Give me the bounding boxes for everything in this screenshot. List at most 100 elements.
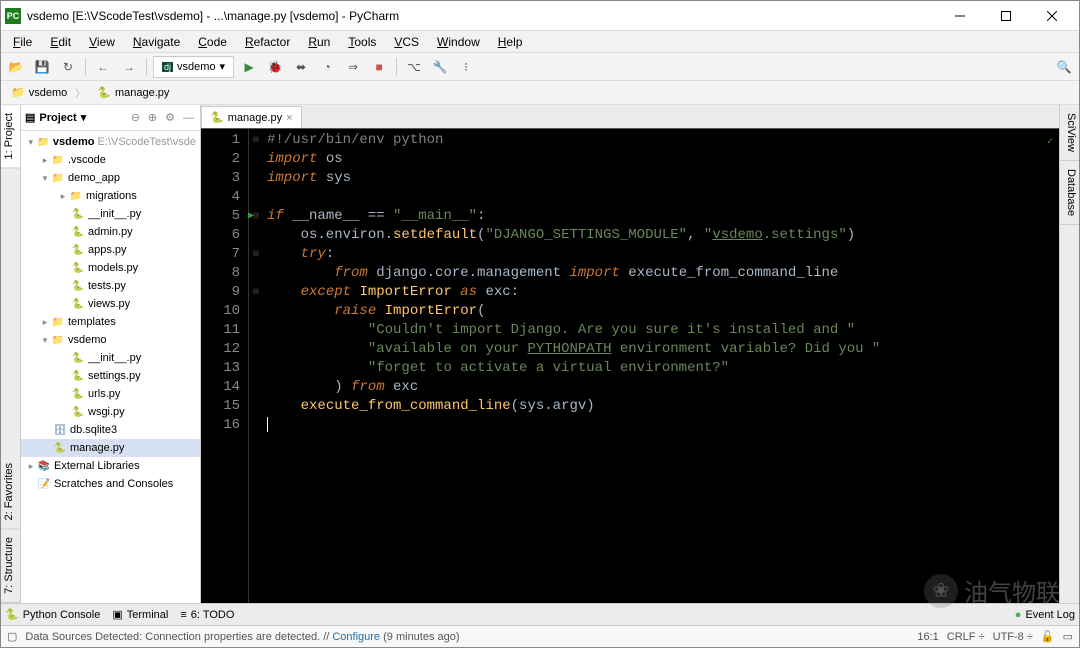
main-toolbar: 📂 💾 ↻ ← → dj vsdemo ▾ ▶ 🐞 ⬌ ◔ ⇒ ■ ⌥ 🔧 ⁝ … [1, 53, 1079, 81]
structure-tool-tab[interactable]: 7: Structure [1, 529, 20, 603]
tree-root[interactable]: ▾📁vsdemo E:\VScodeTest\vsde [21, 133, 200, 151]
menu-navigate[interactable]: Navigate [125, 33, 188, 51]
close-button[interactable] [1029, 1, 1075, 31]
tree-external-libs[interactable]: ▸📚External Libraries [21, 457, 200, 475]
chevron-down-icon[interactable]: ▾ [81, 111, 87, 124]
menu-view[interactable]: View [81, 33, 123, 51]
pane-title: Project [39, 112, 76, 124]
editor-tab[interactable]: 🐍 manage.py × [201, 106, 302, 128]
folder-icon: 📁 [51, 153, 65, 167]
tree-path: E:\VScodeTest\vsde [98, 136, 196, 148]
hide-pane-button[interactable]: — [181, 112, 196, 124]
tree-file[interactable]: 🐍views.py [21, 295, 200, 313]
more-button[interactable]: ⁝ [455, 56, 477, 78]
tree-label: tests.py [88, 280, 126, 292]
python-icon: 🐍 [71, 405, 85, 419]
toolbar-separator [85, 58, 86, 76]
line-separator[interactable]: CRLF ÷ [947, 631, 985, 643]
tree-file[interactable]: 🐍models.py [21, 259, 200, 277]
menu-file[interactable]: File [5, 33, 40, 51]
tree-file[interactable]: 🗄db.sqlite3 [21, 421, 200, 439]
menu-vcs[interactable]: VCS [386, 33, 427, 51]
folder-icon: 📁 [11, 86, 25, 99]
configure-link[interactable]: Configure [332, 631, 380, 643]
profile-button[interactable]: ◔ [316, 56, 338, 78]
run-button[interactable]: ▶ [238, 56, 260, 78]
forward-button[interactable]: → [118, 56, 140, 78]
tree-label: apps.py [88, 244, 127, 256]
tree-file[interactable]: 🐍__init__.py [21, 349, 200, 367]
tree-label: __init__.py [88, 208, 141, 220]
debug-button[interactable]: 🐞 [264, 56, 286, 78]
menu-tools[interactable]: Tools [340, 33, 384, 51]
menu-window[interactable]: Window [429, 33, 488, 51]
tree-folder[interactable]: ▸📁templates [21, 313, 200, 331]
fold-column[interactable]: ⊟⊟⊟⊟ [249, 129, 263, 603]
open-file-button[interactable]: 📂 [5, 56, 27, 78]
attach-button[interactable]: ⇒ [342, 56, 364, 78]
menu-refactor[interactable]: Refactor [237, 33, 298, 51]
tree-file[interactable]: 🐍wsgi.py [21, 403, 200, 421]
code-editor[interactable]: ✓ 12345678910111213141516 ⊟⊟⊟⊟ #!/usr/bi… [201, 129, 1059, 603]
stop-button[interactable]: ■ [368, 56, 390, 78]
tree-file[interactable]: 🐍settings.py [21, 367, 200, 385]
refresh-button[interactable]: ↻ [57, 56, 79, 78]
locate-button[interactable]: ⊕ [146, 111, 159, 124]
favorites-tool-tab[interactable]: 2: Favorites [1, 455, 20, 529]
tree-file[interactable]: 🐍admin.py [21, 223, 200, 241]
event-log-tab[interactable]: ●Event Log [1015, 609, 1075, 621]
search-everywhere-button[interactable]: 🔍 [1053, 56, 1075, 78]
todo-tab[interactable]: ≡6: TODO [180, 609, 234, 621]
save-all-button[interactable]: 💾 [31, 56, 53, 78]
tree-folder[interactable]: ▸📁.vscode [21, 151, 200, 169]
main-area: 1: Project 2: Favorites 7: Structure ▤ P… [1, 105, 1079, 603]
folder-icon: 📁 [51, 171, 65, 185]
memory-indicator[interactable]: ▭ [1063, 630, 1073, 643]
tree-file[interactable]: 🐍apps.py [21, 241, 200, 259]
pane-settings-button[interactable]: ⚙ [163, 111, 177, 124]
back-button[interactable]: ← [92, 56, 114, 78]
collapse-all-button[interactable]: ⊖ [129, 111, 142, 124]
menu-help[interactable]: Help [490, 33, 531, 51]
tree-label: models.py [88, 262, 138, 274]
run-config-label: vsdemo [177, 61, 216, 73]
tree-scratches[interactable]: 📝Scratches and Consoles [21, 475, 200, 493]
project-tool-tab[interactable]: 1: Project [1, 105, 20, 168]
run-config-dropdown[interactable]: dj vsdemo ▾ [153, 56, 234, 78]
database-tool-tab[interactable]: Database [1060, 161, 1079, 225]
app-icon: PC [5, 8, 21, 24]
close-tab-button[interactable]: × [286, 112, 292, 124]
line-number-gutter[interactable]: 12345678910111213141516 [201, 129, 249, 603]
breadcrumb-item[interactable]: 📁 vsdemo [7, 83, 93, 102]
tree-folder[interactable]: ▸📁migrations [21, 187, 200, 205]
file-encoding[interactable]: UTF-8 ÷ [993, 631, 1033, 643]
tree-folder[interactable]: ▾📁demo_app [21, 169, 200, 187]
maximize-button[interactable] [983, 1, 1029, 31]
window-controls [937, 1, 1075, 31]
breadcrumb-item[interactable]: 🐍manage.py [93, 84, 185, 101]
breadcrumb-label: vsdemo [29, 87, 68, 99]
reader-mode-icon[interactable]: 🔓 [1041, 630, 1055, 643]
minimize-button[interactable] [937, 1, 983, 31]
run-coverage-button[interactable]: ⬌ [290, 56, 312, 78]
terminal-tab[interactable]: ▣Terminal [112, 608, 168, 621]
sciview-tool-tab[interactable]: SciView [1060, 105, 1079, 161]
right-tool-strip: SciView Database [1059, 105, 1079, 603]
vcs-button[interactable]: ⌥ [403, 56, 425, 78]
tree-file[interactable]: 🐍__init__.py [21, 205, 200, 223]
status-message: Data Sources Detected: Connection proper… [25, 631, 459, 643]
code-content[interactable]: #!/usr/bin/env pythonimport osimport sys… [263, 129, 1059, 603]
tree-file[interactable]: 🐍tests.py [21, 277, 200, 295]
tree-folder[interactable]: ▾📁vsdemo [21, 331, 200, 349]
status-icon[interactable]: ▢ [7, 630, 17, 643]
project-tree[interactable]: ▾📁vsdemo E:\VScodeTest\vsde ▸📁.vscode ▾📁… [21, 131, 200, 603]
python-icon: 🐍 [210, 111, 224, 124]
tree-file[interactable]: 🐍manage.py [21, 439, 200, 457]
menu-run[interactable]: Run [300, 33, 338, 51]
menu-code[interactable]: Code [190, 33, 235, 51]
python-console-tab[interactable]: 🐍Python Console [5, 608, 100, 621]
menu-edit[interactable]: Edit [42, 33, 79, 51]
caret-position[interactable]: 16:1 [917, 631, 938, 643]
tree-file[interactable]: 🐍urls.py [21, 385, 200, 403]
settings-button[interactable]: 🔧 [429, 56, 451, 78]
